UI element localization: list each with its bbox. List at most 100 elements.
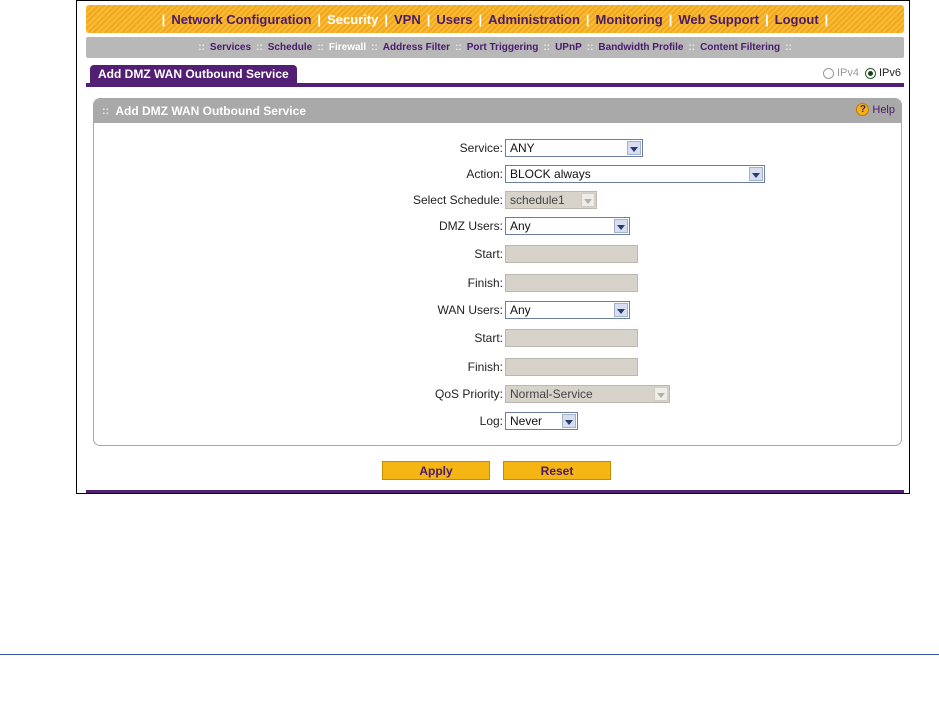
schedule-label: Select Schedule: bbox=[412, 193, 503, 207]
action-row: Action: BLOCK always bbox=[94, 164, 901, 184]
subnav-separator: :: bbox=[688, 42, 696, 53]
dmz-finish-input[interactable] bbox=[505, 274, 638, 292]
sub-nav-upnp[interactable]: UPnP bbox=[555, 42, 582, 53]
top-nav-administration[interactable]: Administration bbox=[488, 12, 580, 27]
action-select[interactable]: BLOCK always bbox=[505, 165, 765, 183]
log-value: Never bbox=[510, 414, 543, 428]
schedule-select[interactable]: schedule1 bbox=[505, 191, 597, 209]
panel-title: Add DMZ WAN Outbound Service bbox=[115, 104, 306, 118]
dmz-finish-label: Finish: bbox=[467, 276, 503, 290]
top-nav-security[interactable]: Security bbox=[327, 12, 378, 27]
top-nav-logout[interactable]: Logout bbox=[775, 12, 819, 27]
dmz-start-input[interactable] bbox=[505, 245, 638, 263]
service-label: Service: bbox=[459, 141, 503, 155]
reset-button[interactable]: Reset bbox=[503, 461, 611, 480]
nav-separator: | bbox=[764, 11, 769, 27]
subnav-separator: :: bbox=[256, 42, 263, 53]
dmz-users-row: DMZ Users: Any bbox=[94, 216, 901, 236]
wan-start-label: Start: bbox=[474, 331, 503, 345]
ipv4-radio[interactable] bbox=[822, 67, 834, 79]
top-nav-web-support[interactable]: Web Support bbox=[678, 12, 759, 27]
apply-button[interactable]: Apply bbox=[382, 461, 490, 480]
log-select[interactable]: Never bbox=[505, 412, 578, 430]
chevron-down-icon bbox=[614, 219, 628, 233]
sub-nav-schedule[interactable]: Schedule bbox=[268, 42, 312, 53]
nav-separator: | bbox=[426, 11, 431, 27]
dmz-users-select[interactable]: Any bbox=[505, 217, 630, 235]
sub-nav-services[interactable]: Services bbox=[210, 42, 251, 53]
nav-separator: | bbox=[668, 11, 673, 27]
dmz-start-label: Start: bbox=[474, 247, 503, 261]
grip-icon: :: bbox=[102, 105, 110, 117]
top-nav-network-configuration[interactable]: Network Configuration bbox=[171, 12, 311, 27]
dmz-users-label: DMZ Users: bbox=[439, 219, 503, 233]
dmz-finish-row: Finish: bbox=[94, 273, 901, 293]
action-value: BLOCK always bbox=[510, 167, 591, 181]
chevron-down-icon bbox=[614, 303, 628, 317]
subnav-separator: :: bbox=[317, 42, 324, 53]
subnav-separator: :: bbox=[371, 42, 378, 53]
service-select[interactable]: ANY bbox=[505, 139, 643, 157]
ip-version-selector: IPv4 IPv6 bbox=[822, 67, 901, 79]
chevron-down-icon bbox=[654, 387, 668, 401]
ipv6-label: IPv6 bbox=[878, 67, 901, 79]
wan-finish-row: Finish: bbox=[94, 357, 901, 377]
wan-finish-input[interactable] bbox=[505, 358, 638, 376]
wan-finish-label: Finish: bbox=[467, 360, 503, 374]
tab-add-dmz-wan-outbound-service[interactable]: Add DMZ WAN Outbound Service bbox=[90, 65, 297, 84]
dmz-start-row: Start: bbox=[94, 244, 901, 264]
sub-nav-bandwidth-profile[interactable]: Bandwidth Profile bbox=[598, 42, 683, 53]
help-label: Help bbox=[872, 103, 895, 116]
sub-nav-port-triggering[interactable]: Port Triggering bbox=[467, 42, 539, 53]
nav-separator: | bbox=[585, 11, 590, 27]
schedule-row: Select Schedule: schedule1 bbox=[94, 190, 901, 210]
nav-separator: | bbox=[824, 11, 829, 27]
subnav-separator: :: bbox=[455, 42, 462, 53]
nav-separator: | bbox=[161, 11, 166, 27]
chevron-down-icon bbox=[627, 141, 641, 155]
chevron-down-icon bbox=[581, 193, 595, 207]
wan-users-row: WAN Users: Any bbox=[94, 300, 901, 320]
dmz-users-value: Any bbox=[510, 219, 531, 233]
qos-label: QoS Priority: bbox=[434, 387, 503, 401]
subnav-separator: :: bbox=[785, 42, 792, 53]
top-nav-monitoring[interactable]: Monitoring bbox=[596, 12, 663, 27]
sub-nav-firewall[interactable]: Firewall bbox=[329, 42, 366, 53]
sub-nav-content-filtering[interactable]: Content Filtering bbox=[700, 42, 780, 53]
nav-separator: | bbox=[384, 11, 389, 27]
top-nav-users[interactable]: Users bbox=[436, 12, 472, 27]
log-row: Log: Never bbox=[94, 411, 901, 431]
nav-separator: | bbox=[478, 11, 483, 27]
chevron-down-icon bbox=[749, 167, 763, 181]
wan-users-label: WAN Users: bbox=[437, 303, 503, 317]
top-nav-vpn[interactable]: VPN bbox=[394, 12, 421, 27]
wan-start-row: Start: bbox=[94, 328, 901, 348]
schedule-value: schedule1 bbox=[510, 193, 565, 207]
help-icon: ? bbox=[856, 103, 870, 116]
tab-underline bbox=[86, 83, 904, 87]
outbound-service-panel: :: Add DMZ WAN Outbound Service ? Help S… bbox=[93, 98, 902, 446]
chevron-down-icon bbox=[562, 414, 576, 428]
qos-select[interactable]: Normal-Service bbox=[505, 385, 670, 403]
wan-users-value: Any bbox=[510, 303, 531, 317]
log-label: Log: bbox=[479, 414, 503, 428]
service-row: Service: ANY bbox=[94, 138, 901, 158]
qos-row: QoS Priority: Normal-Service bbox=[94, 384, 901, 404]
frame-bottom-bar bbox=[86, 490, 904, 493]
ipv4-label: IPv4 bbox=[836, 67, 859, 79]
top-nav: | Network Configuration | Security | VPN… bbox=[86, 5, 904, 33]
panel-header: :: Add DMZ WAN Outbound Service ? Help bbox=[94, 99, 901, 123]
qos-value: Normal-Service bbox=[510, 387, 593, 401]
page-divider bbox=[0, 654, 939, 655]
wan-start-input[interactable] bbox=[505, 329, 638, 347]
nav-separator: | bbox=[317, 11, 322, 27]
action-label: Action: bbox=[466, 167, 503, 181]
sub-nav: :: Services :: Schedule :: Firewall :: A… bbox=[86, 37, 904, 58]
subnav-separator: :: bbox=[198, 42, 205, 53]
service-value: ANY bbox=[510, 141, 535, 155]
sub-nav-address-filter[interactable]: Address Filter bbox=[383, 42, 450, 53]
help-link[interactable]: ? Help bbox=[856, 103, 895, 116]
ipv6-radio[interactable] bbox=[864, 67, 876, 79]
app-frame: | Network Configuration | Security | VPN… bbox=[76, 0, 910, 494]
wan-users-select[interactable]: Any bbox=[505, 301, 630, 319]
